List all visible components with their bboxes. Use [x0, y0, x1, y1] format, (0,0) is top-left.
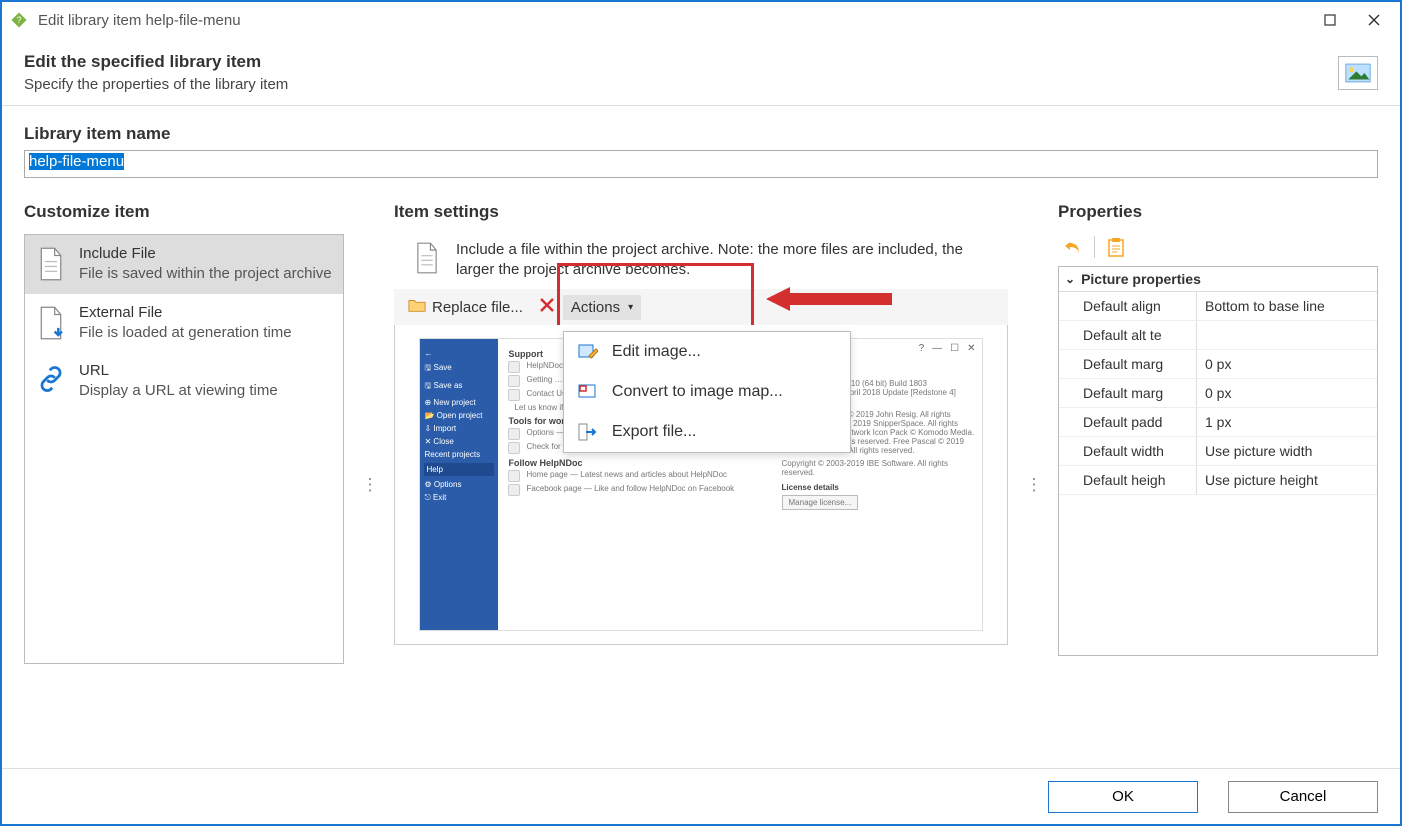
window-title: Edit library item help-file-menu	[38, 12, 1308, 29]
preview-sidebar: ← 🖫 Save 🖫 Save as ⊕ New project 📂 Open …	[420, 339, 498, 630]
property-row[interactable]: Default padd1 px	[1059, 408, 1377, 437]
library-name-label: Library item name	[24, 124, 1378, 144]
app-icon: ?	[10, 11, 28, 29]
ok-button[interactable]: OK	[1048, 781, 1198, 813]
chevron-down-icon: ▾	[628, 302, 633, 313]
header-title: Edit the specified library item	[24, 52, 1338, 72]
library-name-input[interactable]: help-file-menu	[24, 150, 1378, 178]
file-download-icon	[33, 304, 69, 343]
chevron-down-icon: ⌄	[1065, 272, 1075, 286]
property-row[interactable]: Default alignBottom to base line	[1059, 292, 1377, 321]
property-row[interactable]: Default marg0 px	[1059, 379, 1377, 408]
folder-icon	[408, 297, 426, 317]
maximize-button[interactable]	[1308, 4, 1352, 36]
titlebar: ? Edit library item help-file-menu	[2, 2, 1400, 38]
image-map-icon	[578, 382, 598, 402]
customize-heading: Customize item	[24, 202, 344, 222]
file-icon	[412, 240, 442, 279]
dialog-window: ? Edit library item help-file-menu Edit …	[0, 0, 1402, 826]
settings-toolbar: Replace file... Actions ▾ Edi	[394, 289, 1008, 325]
replace-file-button[interactable]: Replace file...	[400, 293, 531, 321]
settings-info-text: Include a file within the project archiv…	[456, 240, 998, 279]
settings-heading: Item settings	[394, 202, 1008, 222]
export-icon	[578, 422, 598, 442]
header: Edit the specified library item Specify …	[2, 38, 1400, 105]
property-row[interactable]: Default alt te	[1059, 321, 1377, 350]
dropdown-edit-image[interactable]: Edit image...	[564, 332, 850, 372]
picture-icon	[1338, 56, 1378, 90]
undo-button[interactable]	[1062, 236, 1084, 258]
library-name-value: help-file-menu	[29, 153, 124, 170]
header-subtitle: Specify the properties of the library it…	[24, 76, 1338, 93]
cancel-button[interactable]: Cancel	[1228, 781, 1378, 813]
footer: OK Cancel	[2, 768, 1400, 824]
splitter-handle[interactable]: ⋮	[1026, 475, 1041, 495]
customize-item-external-file[interactable]: External FileFile is loaded at generatio…	[25, 294, 343, 353]
property-row[interactable]: Default heighUse picture height	[1059, 466, 1377, 495]
customize-list: Include FileFile is saved within the pro…	[24, 234, 344, 664]
actions-button[interactable]: Actions ▾	[563, 295, 641, 320]
properties-toolbar	[1058, 234, 1378, 266]
property-row[interactable]: Default marg0 px	[1059, 350, 1377, 379]
properties-heading: Properties	[1058, 202, 1378, 222]
property-row[interactable]: Default widthUse picture width	[1059, 437, 1377, 466]
svg-text:?: ?	[16, 15, 21, 25]
close-button[interactable]	[1352, 4, 1396, 36]
dropdown-convert-image-map[interactable]: Convert to image map...	[564, 372, 850, 412]
dropdown-export-file[interactable]: Export file...	[564, 412, 850, 452]
property-group-header[interactable]: ⌄ Picture properties	[1059, 267, 1377, 292]
file-icon	[33, 245, 69, 284]
customize-item-url[interactable]: URLDisplay a URL at viewing time	[25, 352, 343, 411]
actions-dropdown: Edit image... Convert to image map... Ex…	[563, 331, 851, 453]
edit-image-icon	[578, 342, 598, 362]
link-icon	[33, 362, 69, 401]
delete-button[interactable]	[533, 293, 561, 321]
main: Library item name help-file-menu Customi…	[2, 106, 1400, 768]
clipboard-button[interactable]	[1105, 236, 1127, 258]
property-grid: ⌄ Picture properties Default alignBottom…	[1058, 266, 1378, 656]
splitter-handle[interactable]: ⋮	[362, 475, 377, 495]
customize-item-include-file[interactable]: Include FileFile is saved within the pro…	[25, 235, 343, 294]
delete-icon	[539, 297, 555, 317]
